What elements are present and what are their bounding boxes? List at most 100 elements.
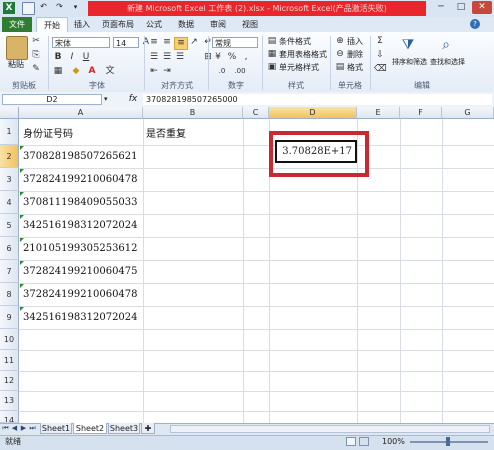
- tab-formulas[interactable]: 公式: [140, 17, 168, 32]
- cell-a1[interactable]: 身份证号码: [23, 125, 73, 140]
- row-header-4[interactable]: 4: [0, 191, 19, 214]
- select-all-corner[interactable]: [0, 107, 19, 119]
- italic-button[interactable]: I: [66, 52, 78, 63]
- column-header-d[interactable]: D: [269, 107, 357, 119]
- column-header-g[interactable]: G: [442, 107, 494, 119]
- align-center-icon[interactable]: ☰: [161, 52, 173, 63]
- horizontal-scrollbar[interactable]: [170, 425, 490, 433]
- font-color-icon[interactable]: A: [86, 66, 98, 77]
- conditional-format-button[interactable]: 条件格式: [279, 36, 311, 47]
- delete-cells-icon[interactable]: ⊖: [334, 49, 346, 60]
- paste-icon[interactable]: [6, 36, 28, 60]
- row-header-3[interactable]: 3: [0, 168, 19, 191]
- view-page-layout-icon[interactable]: [359, 437, 369, 446]
- excel-app-icon[interactable]: X: [3, 2, 15, 14]
- cell-a7[interactable]: 372824199210060475: [23, 266, 138, 277]
- close-button[interactable]: ✕: [472, 1, 492, 14]
- delete-cells-button[interactable]: 删除: [347, 49, 363, 60]
- cell-a4[interactable]: 370811198409055033: [23, 197, 138, 208]
- fill-color-icon[interactable]: ◆: [70, 66, 82, 77]
- view-normal-icon[interactable]: [346, 437, 356, 446]
- column-header-f[interactable]: F: [400, 107, 442, 119]
- row-header-2[interactable]: 2: [0, 145, 19, 168]
- column-header-c[interactable]: C: [243, 107, 269, 119]
- insert-function-button[interactable]: fx: [126, 93, 140, 106]
- comma-style-icon[interactable]: ,: [240, 52, 252, 63]
- row-header-13[interactable]: 13: [0, 391, 19, 411]
- bold-button[interactable]: B: [52, 52, 64, 63]
- align-right-icon[interactable]: ☰: [174, 52, 186, 63]
- row-header-8[interactable]: 8: [0, 283, 19, 306]
- borders-icon[interactable]: ▦: [52, 66, 64, 77]
- save-icon[interactable]: [22, 2, 35, 15]
- decrease-indent-icon[interactable]: ⇤: [148, 66, 160, 77]
- tab-view[interactable]: 视图: [236, 17, 264, 32]
- redo-icon[interactable]: ↷: [54, 2, 65, 13]
- tab-review[interactable]: 审阅: [204, 17, 232, 32]
- phonetic-icon[interactable]: 文: [104, 66, 116, 77]
- cell-a2[interactable]: 370828198507265621: [23, 151, 138, 162]
- cell-a9[interactable]: 342516198312072024: [23, 312, 138, 323]
- cell-a8[interactable]: 372824199210060478: [23, 289, 138, 300]
- customize-toolbar-icon[interactable]: ▾: [70, 2, 81, 13]
- maximize-button[interactable]: □: [451, 1, 471, 14]
- copy-icon[interactable]: ⎘: [30, 50, 42, 61]
- tab-home[interactable]: 开始: [36, 17, 68, 32]
- number-format-select[interactable]: 常规: [212, 37, 258, 48]
- format-painter-icon[interactable]: ✎: [30, 64, 42, 75]
- tab-file[interactable]: 文件: [2, 17, 32, 32]
- undo-icon[interactable]: ↶: [38, 2, 49, 13]
- last-sheet-icon[interactable]: ⏭: [29, 424, 36, 433]
- format-cells-button[interactable]: 格式: [347, 62, 363, 73]
- sheet-tab-sheet2[interactable]: Sheet2: [73, 423, 107, 434]
- row-header-1[interactable]: 1: [0, 119, 19, 145]
- zoom-slider-thumb[interactable]: [446, 437, 450, 446]
- column-header-e[interactable]: E: [357, 107, 400, 119]
- namebox-dropdown-icon[interactable]: ▾: [104, 95, 108, 103]
- column-header-a[interactable]: A: [19, 107, 143, 119]
- tab-page-layout[interactable]: 页面布局: [98, 17, 138, 32]
- insert-cells-icon[interactable]: ⊕: [334, 36, 346, 47]
- zoom-level[interactable]: 100%: [382, 436, 405, 448]
- align-middle-icon[interactable]: ≡: [161, 37, 173, 48]
- row-header-5[interactable]: 5: [0, 214, 19, 237]
- cell-a5[interactable]: 342516198312072024: [23, 220, 138, 231]
- row-header-10[interactable]: 10: [0, 329, 19, 350]
- sheet-tab-sheet1[interactable]: Sheet1: [40, 423, 72, 434]
- row-header-9[interactable]: 9: [0, 306, 19, 329]
- cell-a6[interactable]: 210105199305253612: [23, 243, 138, 254]
- orientation-icon[interactable]: ↗: [188, 37, 200, 48]
- cut-icon[interactable]: ✂: [30, 36, 42, 47]
- cell-styles-button[interactable]: 单元格样式: [279, 62, 319, 73]
- increase-indent-icon[interactable]: ⇥: [161, 66, 173, 77]
- table-format-icon[interactable]: ▦: [266, 49, 278, 60]
- sort-filter-button[interactable]: 排序和筛选: [392, 57, 427, 68]
- first-sheet-icon[interactable]: ⏮: [2, 424, 9, 433]
- cell-d2-active[interactable]: 3.70828E+17: [275, 140, 357, 163]
- row-header-12[interactable]: 12: [0, 371, 19, 391]
- conditional-format-icon[interactable]: ▤: [266, 36, 278, 47]
- name-box[interactable]: D2: [2, 94, 102, 105]
- format-cells-icon[interactable]: ▤: [334, 62, 346, 73]
- currency-icon[interactable]: ¥: [212, 52, 224, 63]
- paste-label[interactable]: 粘贴: [8, 59, 24, 70]
- align-bottom-icon[interactable]: ≡: [174, 37, 188, 50]
- find-select-button[interactable]: 查找和选择: [430, 57, 465, 68]
- percent-icon[interactable]: %: [226, 52, 238, 63]
- row-header-14[interactable]: 14: [0, 411, 19, 423]
- row-header-11[interactable]: 11: [0, 350, 19, 371]
- row-header-7[interactable]: 7: [0, 260, 19, 283]
- autosum-icon[interactable]: Σ: [374, 36, 386, 47]
- cell-a3[interactable]: 372824199210060478: [23, 174, 138, 185]
- fill-icon[interactable]: ⇩: [374, 50, 386, 61]
- insert-sheet-icon[interactable]: ✚: [141, 423, 155, 434]
- next-sheet-icon[interactable]: ▶: [20, 424, 27, 433]
- cell-styles-icon[interactable]: ▣: [266, 62, 278, 73]
- tab-insert[interactable]: 插入: [68, 17, 96, 32]
- decrease-decimal-icon[interactable]: .00: [234, 66, 246, 77]
- prev-sheet-icon[interactable]: ◀: [11, 424, 18, 433]
- font-name-select[interactable]: 宋体: [52, 37, 110, 48]
- underline-button[interactable]: U: [80, 52, 92, 63]
- sort-filter-icon[interactable]: ⧩: [400, 36, 416, 54]
- sheet-tab-sheet3[interactable]: Sheet3: [108, 423, 140, 434]
